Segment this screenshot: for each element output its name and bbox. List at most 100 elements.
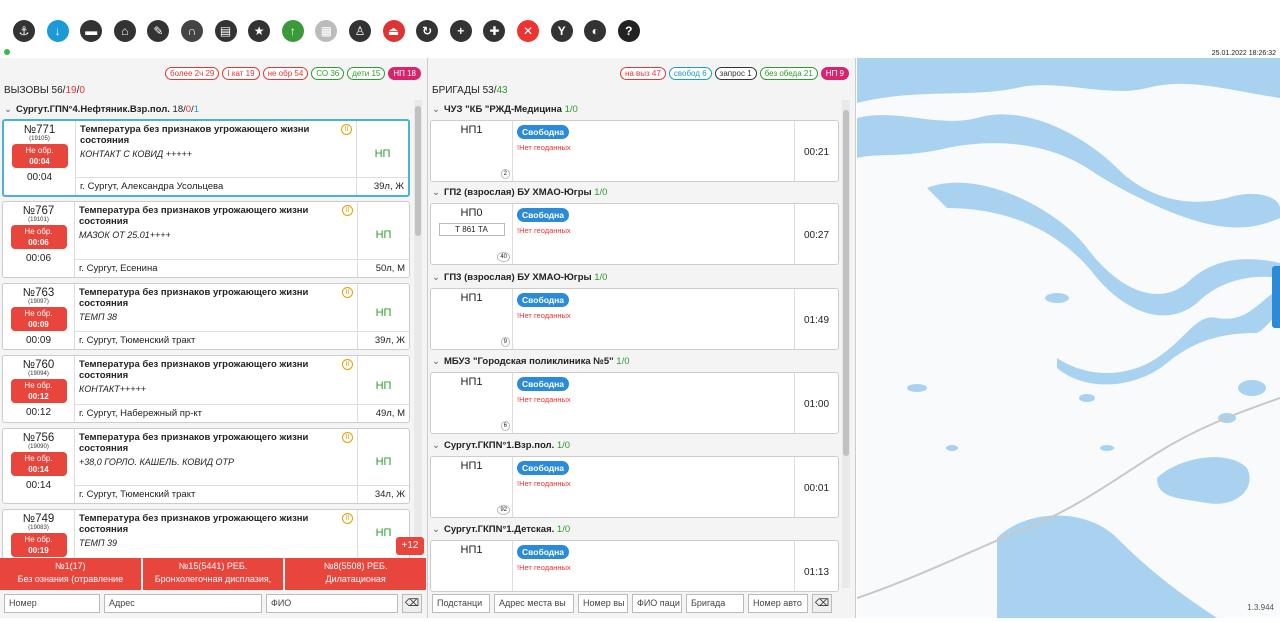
brigade-group-header[interactable]: ⌄ МБУЗ "Городская поликлиника №5" 1/0	[432, 356, 630, 367]
call-np-label: НП	[374, 147, 391, 160]
filter-input[interactable]: Номер авто	[748, 594, 808, 613]
filter-badge[interactable]: I кат 19	[222, 67, 260, 80]
call-card[interactable]: №767 (19101) Не обр. 00:06 00:06 Температура …	[2, 201, 410, 278]
person-desk-icon[interactable]: ♙	[349, 20, 371, 42]
brigade-group-header[interactable]: ⌄ ЧУЗ "КБ "РЖД-Медицина 1/0	[432, 104, 578, 115]
filter-input[interactable]: ФИО паци	[632, 594, 682, 613]
brigade-card[interactable]: НП1 9 Свободна !Нет геоданных 01:49	[430, 288, 839, 350]
home-icon[interactable]: ⌂	[113, 20, 136, 42]
download-icon[interactable]: ↓	[46, 20, 69, 42]
brigades-scrollbar[interactable]	[842, 100, 850, 588]
call-card[interactable]: №756 (19090) Не обр. 00:14 00:14 Температура …	[2, 428, 410, 504]
urgent-call-item[interactable]: №8(5508) РЕБ. Дилатационая	[285, 558, 427, 590]
refresh-icon[interactable]: ↻	[416, 20, 439, 42]
vehicle-plate: Т 861 ТА	[438, 223, 505, 236]
call-number: №749	[22, 513, 55, 525]
call-elapsed-time: 00:06	[25, 253, 52, 264]
brigade-card[interactable]: НП1 92 Свободна !Нет геоданных 00:01	[430, 456, 839, 518]
filter-badge[interactable]: НП 18	[388, 67, 421, 80]
map-panel[interactable]: 1.3.944	[857, 58, 1280, 618]
upload-icon[interactable]: ↑	[281, 20, 304, 42]
call-card[interactable]: №771 (19105) Не обр. 00:04 00:04 Температура …	[2, 119, 410, 197]
filter-badge[interactable]: дети 15	[347, 67, 386, 80]
brigade-group-header[interactable]: ⌄ Сургут.ГКПN°1.Детская. 1/0	[432, 524, 570, 535]
brigade-group-header[interactable]: ⌄ Сургут.ГКПN°1.Взр.пол. 1/0	[432, 440, 570, 451]
call-id-cell: №749 (19083) Не обр. 00:19	[3, 510, 75, 558]
filter-input[interactable]: Адрес места вы	[494, 594, 574, 613]
call-note: ТЕМП 38	[79, 312, 118, 322]
filter-input[interactable]: Номер	[4, 594, 100, 613]
calls-scrollbar-thumb[interactable]	[415, 106, 421, 236]
filter-badge[interactable]: более 2ч 29	[165, 67, 220, 80]
edit-icon[interactable]: ✎	[147, 20, 170, 42]
call-address: г. Сургут, Набережный пр-кт	[75, 404, 357, 422]
call-card[interactable]: №749 (19083) Не обр. 00:19 Температура без п…	[2, 509, 410, 559]
more-calls-button[interactable]: +12	[396, 537, 424, 555]
help-icon[interactable]: ?	[617, 20, 640, 42]
brigade-group-header[interactable]: ⌄ ГП3 (взрослая) БУ ХМАО-Югры 1/0	[432, 272, 607, 283]
filter-input[interactable]: Бригада	[686, 594, 744, 613]
print-icon[interactable]: ▤	[214, 20, 237, 42]
filter-badge[interactable]: запрос 1	[714, 67, 757, 80]
clear-filter-icon[interactable]: ⌫	[812, 594, 832, 613]
filter-badge[interactable]: без обеда 21	[759, 67, 818, 80]
close-circle-icon[interactable]: ✕	[517, 20, 539, 42]
geodata-warning: !Нет геоданных	[517, 479, 571, 488]
call-address: г. Сургут, Александра Усольцева	[76, 177, 356, 195]
brigade-card[interactable]: НП1 Свободна !Нет геоданных 01:13	[430, 540, 839, 592]
chevron-down-icon: ⌄	[432, 187, 440, 198]
geodata-warning: !Нет геоданных	[517, 395, 571, 404]
call-np-label: НП	[375, 455, 392, 468]
filter-input[interactable]: Адрес	[104, 594, 262, 613]
map-side-handle[interactable]	[1272, 266, 1280, 328]
brigade-group-header[interactable]: ⌄ ГП2 (взрослая) БУ ХМАО-Югры 1/0	[432, 187, 607, 198]
brigade-time: 01:13	[794, 541, 838, 591]
eject-icon[interactable]: ⏏	[382, 20, 405, 42]
call-card[interactable]: №763 (19097) Не обр. 00:09 00:09 Температура …	[2, 283, 410, 350]
priority-icon: II	[342, 432, 353, 443]
brigade-card[interactable]: НП0 Т 861 ТА 40 Свободна !Нет геоданных 00:27	[430, 203, 839, 265]
brigade-card[interactable]: НП1 6 Свободна !Нет геоданных 01:00	[430, 372, 839, 434]
document-icon[interactable]: ▦	[315, 20, 338, 42]
ambulance-icon[interactable]: ▬	[80, 20, 103, 42]
app-version: 1.3.944	[1247, 603, 1274, 612]
filter-badge[interactable]: НП 9	[820, 67, 849, 80]
calls-scrollbar[interactable]	[414, 100, 422, 556]
map-canvas[interactable]	[857, 58, 1280, 618]
filter-badge[interactable]: свобод 6	[668, 67, 712, 80]
chevron-down-icon: ⌄	[432, 356, 440, 367]
brigades-scrollbar-thumb[interactable]	[843, 110, 849, 456]
call-reason: Температура без признаков угрожающего жи…	[79, 287, 309, 309]
filter-badge[interactable]: на выз 47	[619, 67, 666, 80]
filter-input[interactable]: Подстанци	[432, 594, 490, 613]
brigade-count-badge: 2	[500, 169, 510, 179]
call-details: Температура без признаков угрожающего жи…	[75, 284, 357, 322]
brigades-badges: на выз 47 свобод 6 запрос 1 без обеда 21 НП …	[619, 67, 849, 80]
add-circle-icon[interactable]: +	[449, 20, 472, 42]
clear-filter-icon[interactable]: ⌫	[402, 594, 422, 613]
filter-input[interactable]: Номер вы	[578, 594, 628, 613]
call-card[interactable]: №760 (19094) Не обр. 00:12 00:12 Температура …	[2, 355, 410, 423]
filter-badge[interactable]: не обр 54	[262, 67, 309, 80]
call-internal-id: (19083)	[28, 525, 49, 531]
call-reason: Температура без признаков угрожающего жи…	[79, 205, 309, 227]
chat-add-icon[interactable]: ✚	[483, 20, 506, 42]
brigade-id-cell: НП1 6	[431, 373, 513, 433]
patient-age-sex: 49л, М	[358, 404, 409, 422]
anchor-icon[interactable]: ⚓	[13, 20, 35, 42]
filter-input[interactable]: ФИО	[266, 594, 398, 613]
brigade-time: 00:01	[794, 457, 838, 517]
filter-badge[interactable]: СО 36	[311, 67, 345, 80]
brigade-count-badge: 9	[500, 337, 510, 347]
patient-age-sex: 39л, Ж	[358, 331, 409, 349]
star-icon[interactable]: ★	[248, 20, 271, 42]
urgent-call-item[interactable]: №1(17) Без ознания (отравление	[0, 558, 141, 590]
brigade-card[interactable]: НП1 2 Свободна !Нет геоданных 00:21	[430, 120, 839, 182]
globe-icon[interactable]: ◐	[584, 20, 607, 42]
arch-icon[interactable]: ∩	[181, 20, 203, 42]
fork-icon[interactable]: Y	[550, 20, 573, 42]
calls-group-header[interactable]: ⌄ Сургут.ГПN°4.Нефтяник.Взр.пол. 18/0/1	[4, 104, 199, 115]
priority-icon: II	[342, 513, 353, 524]
urgent-call-item[interactable]: №15(5441) РЕБ. Бронхолегочная дисплазия,	[142, 558, 284, 590]
call-reason: Температура без признаков угрожающего жи…	[80, 124, 310, 146]
